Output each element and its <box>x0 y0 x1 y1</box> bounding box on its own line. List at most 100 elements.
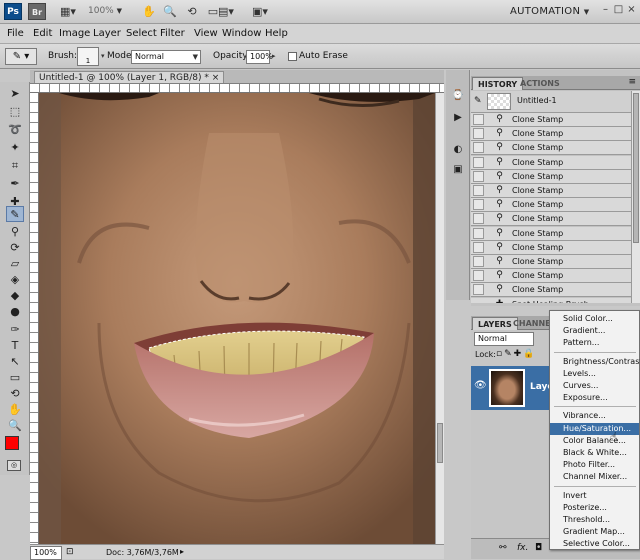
type-tool-icon[interactable]: T <box>6 338 24 354</box>
menu-item[interactable]: Exposure... <box>550 392 639 404</box>
menu-item[interactable]: Pattern... <box>550 337 639 349</box>
history-item[interactable]: ⚲ Clone Stamp <box>471 155 631 170</box>
menu-window[interactable]: Window <box>222 27 261 41</box>
menu-view[interactable]: View <box>194 27 218 41</box>
move-tool-icon[interactable]: ➤ <box>6 86 24 102</box>
history-state-checkbox[interactable] <box>473 156 484 168</box>
history-state-checkbox[interactable] <box>473 227 484 239</box>
history-scrollbar[interactable] <box>631 91 640 303</box>
status-zoom-field[interactable]: 100% <box>30 546 62 560</box>
close-icon[interactable]: × <box>626 4 637 15</box>
tab-actions[interactable]: ACTIONS <box>515 77 565 90</box>
history-item[interactable]: ⚲ Clone Stamp <box>471 113 631 127</box>
swatches-panel-icon[interactable]: ▣ <box>450 162 466 178</box>
history-item[interactable]: ⚲ Clone Stamp <box>471 212 631 227</box>
brush-tool-icon[interactable]: ✎ <box>6 206 24 222</box>
menu-edit[interactable]: Edit <box>33 27 52 41</box>
menu-item[interactable]: Color Balance... <box>550 435 639 447</box>
bridge-button[interactable]: Br <box>28 3 46 20</box>
history-item[interactable]: ⚲ Clone Stamp <box>471 255 631 269</box>
menu-item[interactable]: Gradient Map... <box>550 526 639 538</box>
menu-filter[interactable]: Filter <box>160 27 185 41</box>
history-state-checkbox[interactable] <box>473 114 484 125</box>
vertical-scrollbar[interactable] <box>435 93 444 544</box>
menu-item[interactable]: Selective Color... <box>550 538 639 550</box>
status-menu-arrow[interactable]: ▸ <box>180 547 184 556</box>
menu-item[interactable]: Threshold... <box>550 514 639 526</box>
history-state-checkbox[interactable] <box>473 213 484 225</box>
minimize-icon[interactable]: – <box>600 4 611 15</box>
history-item[interactable]: ⚲ Clone Stamp <box>471 269 631 284</box>
foreground-color-swatch[interactable] <box>5 436 19 450</box>
lasso-tool-icon[interactable]: ➰ <box>6 122 24 138</box>
close-document-icon[interactable]: × <box>212 73 220 83</box>
history-scrollbar-thumb[interactable] <box>633 93 639 243</box>
menu-file[interactable]: File <box>7 27 24 41</box>
menu-item[interactable]: Invert <box>550 490 639 502</box>
history-item[interactable]: ⚲ Clone Stamp <box>471 141 631 156</box>
layer-style-icon[interactable]: fx. <box>517 543 528 553</box>
opacity-field[interactable]: 100% <box>246 50 273 64</box>
dodge-tool-icon[interactable]: ● <box>6 304 24 320</box>
lock-icons[interactable]: ▫✎✚🔒 <box>496 349 536 359</box>
blur-tool-icon[interactable]: ◆ <box>6 288 24 304</box>
tool-preset-picker[interactable]: ✎ ▾ <box>5 48 37 65</box>
menu-select[interactable]: Select <box>126 27 157 41</box>
menu-item[interactable]: Levels... <box>550 368 639 380</box>
history-snapshot-row[interactable]: ✎ Untitled-1 <box>471 91 631 113</box>
panel-menu-icon[interactable]: ≡ <box>628 77 636 87</box>
path-selection-tool-icon[interactable]: ↖ <box>6 354 24 370</box>
menu-item[interactable]: Photo Filter... <box>550 459 639 471</box>
menu-help[interactable]: Help <box>265 27 288 41</box>
clone-stamp-tool-icon[interactable]: ⚲ <box>6 224 24 240</box>
menu-item[interactable]: Posterize... <box>550 502 639 514</box>
history-state-checkbox[interactable] <box>473 142 484 154</box>
quick-mask-icon[interactable]: ◎ <box>7 460 21 471</box>
menu-item[interactable]: Vibrance... <box>550 410 639 422</box>
history-state-checkbox[interactable] <box>473 128 484 140</box>
color-panel-icon[interactable]: ◐ <box>450 142 466 158</box>
mode-select[interactable]: Normal ▼ <box>131 50 201 64</box>
auto-erase-checkbox[interactable] <box>288 52 297 61</box>
history-item[interactable]: ⚲ Clone Stamp <box>471 240 631 255</box>
eraser-tool-icon[interactable]: ▱ <box>6 256 24 272</box>
history-panel-icon[interactable]: ⌚ <box>450 88 466 104</box>
history-state-checkbox[interactable] <box>473 284 484 296</box>
history-state-checkbox[interactable] <box>473 241 484 253</box>
layer-visibility-eye-icon[interactable]: 👁 <box>474 380 487 391</box>
link-layers-icon[interactable]: ⚯ <box>499 543 507 553</box>
history-item-partial[interactable]: ✚ Spot Healing Brush <box>471 297 631 303</box>
history-state-checkbox[interactable] <box>473 185 484 196</box>
blend-mode-select[interactable]: Normal <box>474 332 534 346</box>
scrollbar-thumb[interactable] <box>437 423 443 463</box>
history-brush-tool-icon[interactable]: ⟳ <box>6 240 24 256</box>
menu-item[interactable]: Brightness/Contrast... <box>550 356 640 368</box>
history-item[interactable]: ⚲ Clone Stamp <box>471 169 631 184</box>
hand-icon[interactable]: ✋ <box>141 4 157 19</box>
history-state-checkbox[interactable] <box>473 170 484 182</box>
menu-image[interactable]: Image <box>59 27 90 41</box>
history-item[interactable]: ⚲ Clone Stamp <box>471 198 631 213</box>
document-tab[interactable]: Untitled-1 @ 100% (Layer 1, RGB/8) * × <box>34 71 225 83</box>
hand-tool-icon[interactable]: ✋ <box>6 402 24 418</box>
actions-panel-icon[interactable]: ▶ <box>450 110 466 126</box>
history-item[interactable]: ⚲ Clone Stamp <box>471 283 631 298</box>
status-info-icon[interactable]: ⊡ <box>66 547 74 557</box>
menu-item[interactable]: Solid Color... <box>550 313 639 325</box>
menu-item[interactable]: Gradient... <box>550 325 639 337</box>
opacity-slider-arrow[interactable]: ▸ <box>272 52 276 60</box>
brush-dropdown-arrow[interactable]: ▾ <box>101 52 105 60</box>
3d-rotate-tool-icon[interactable]: ⟲ <box>6 386 24 402</box>
screen-mode-icon[interactable]: ▣▾ <box>248 4 272 19</box>
rotate-view-icon[interactable]: ⟲ <box>184 4 200 19</box>
history-item[interactable]: ⚲ Clone Stamp <box>471 226 631 241</box>
zoom-icon[interactable]: 🔍 <box>162 4 178 19</box>
zoom-level-dropdown[interactable]: 100% ▼ <box>88 4 132 19</box>
history-state-checkbox[interactable] <box>473 199 484 211</box>
quick-selection-tool-icon[interactable]: ✦ <box>6 140 24 156</box>
document-canvas[interactable] <box>39 93 435 544</box>
menu-layer[interactable]: Layer <box>93 27 121 41</box>
menu-item[interactable]: Black & White... <box>550 447 639 459</box>
history-item[interactable]: ⚲ Clone Stamp <box>471 127 631 142</box>
view-extras-icon[interactable]: ▦▾ <box>56 4 80 19</box>
